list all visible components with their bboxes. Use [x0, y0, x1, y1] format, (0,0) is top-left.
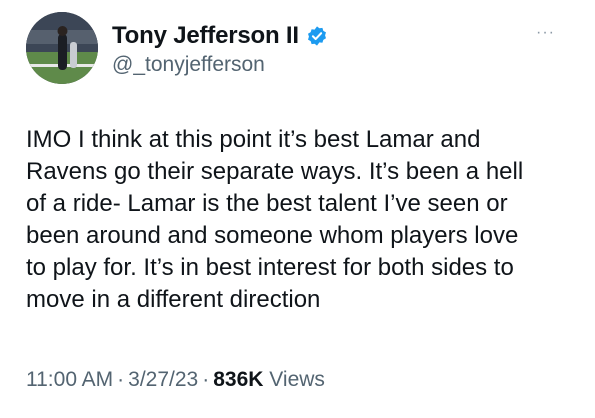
meta-separator: ·: [202, 368, 210, 391]
tweet-line: to play for. It’s in best interest for b…: [26, 254, 514, 281]
tweet-line: of a ride- Lamar is the best talent I’ve…: [26, 190, 508, 217]
tweet-time[interactable]: 11:00 AM: [26, 368, 113, 391]
tweet-meta: 11:00 AM · 3/27/23 · 836K Views: [26, 368, 325, 392]
author-display-name[interactable]: Tony Jefferson II: [112, 22, 299, 50]
avatar[interactable]: [26, 12, 98, 84]
more-horizontal-icon[interactable]: ···: [536, 25, 555, 41]
views-label: Views: [269, 368, 325, 391]
tweet-line: Ravens go their separate ways. It’s been…: [26, 158, 524, 185]
tweet-line: been around and someone whom players lov…: [26, 222, 519, 249]
author-name-row: Tony Jefferson II: [112, 22, 328, 50]
tweet-line: IMO I think at this point it’s best Lama…: [26, 126, 481, 153]
tweet-text: IMO I think at this point it’s best Lama…: [26, 124, 574, 316]
views-count: 836K: [213, 368, 264, 391]
avatar-image: [26, 12, 98, 84]
tweet-date[interactable]: 3/27/23: [128, 368, 198, 391]
meta-separator: ·: [117, 368, 125, 391]
tweet-line: move in a different direction: [26, 286, 321, 313]
author-handle[interactable]: @_tonyjefferson: [112, 53, 265, 77]
verified-badge-icon: [306, 25, 328, 47]
